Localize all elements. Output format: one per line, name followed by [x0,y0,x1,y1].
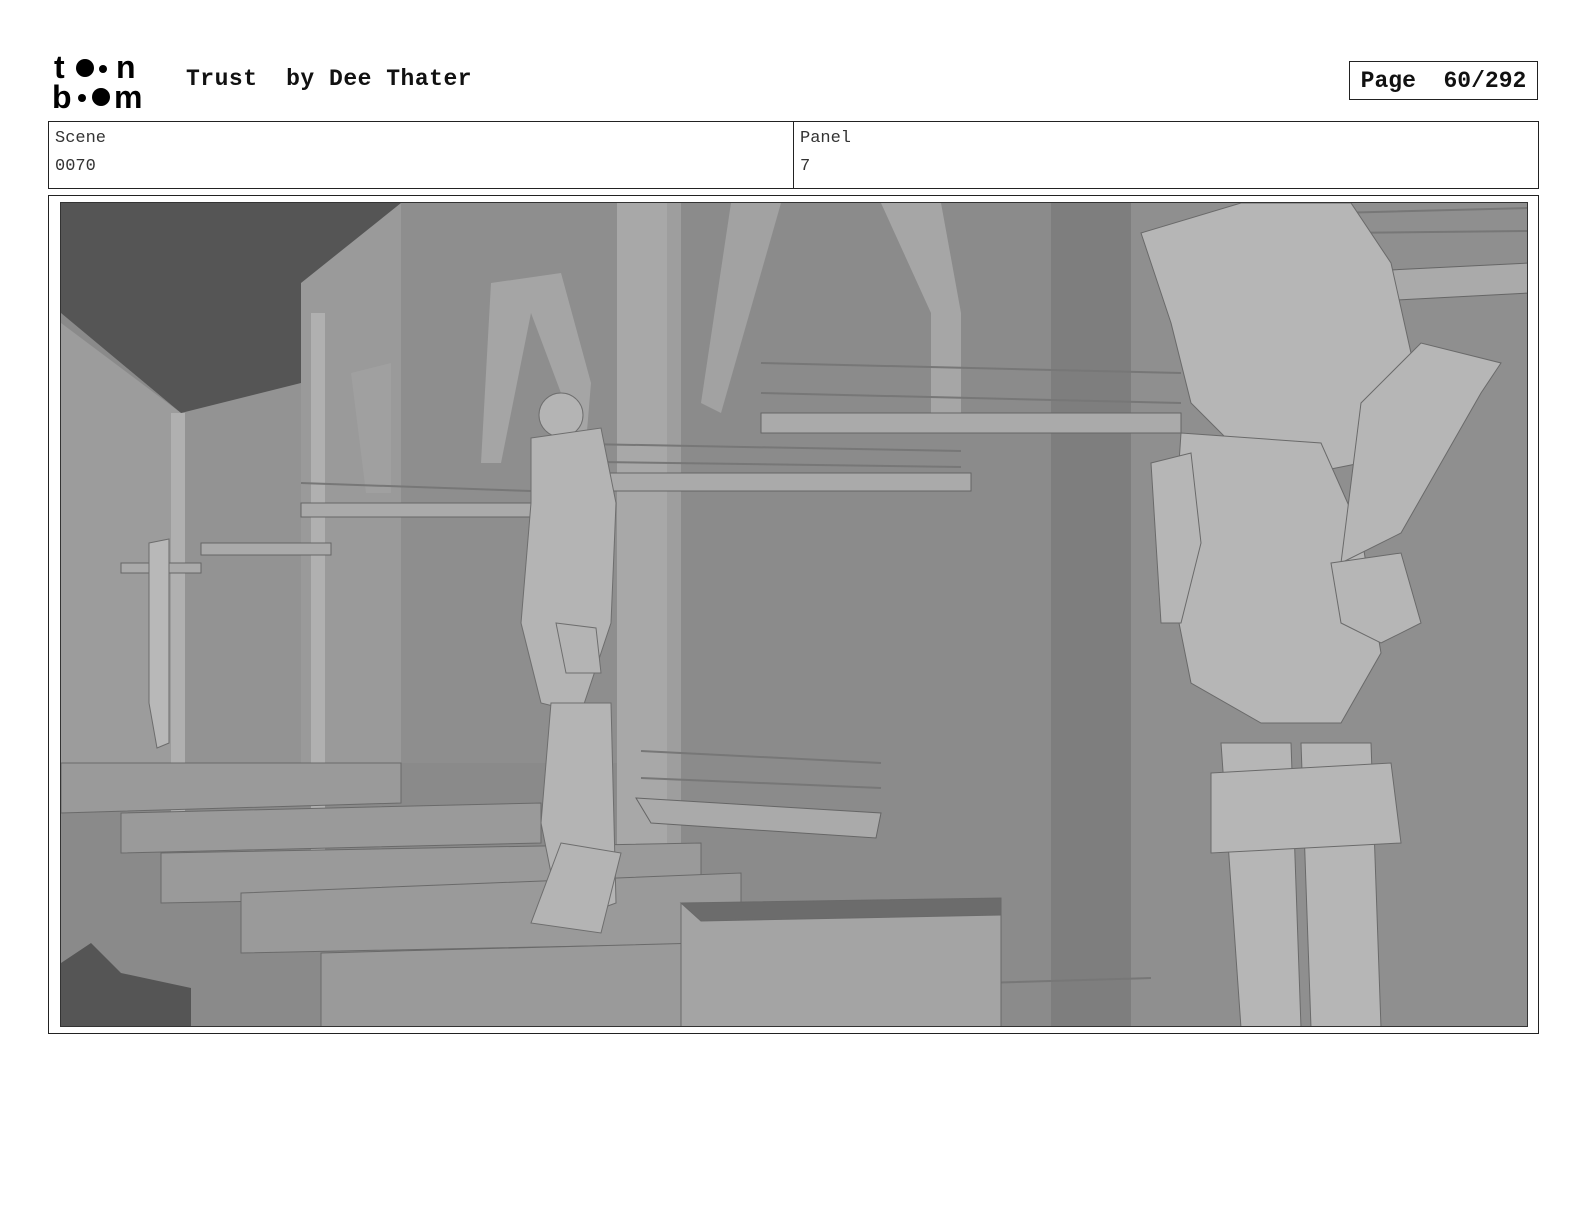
scene-panel-table: Scene 0070 Panel 7 [48,121,1539,189]
scene-value: 0070 [55,157,96,176]
panel-label: Panel [800,129,852,148]
page-number: Page 60/292 [1360,67,1527,94]
panel-value: 7 [800,157,811,176]
scene-label: Scene [55,129,107,148]
page-number-box: Page 60/292 [1349,61,1538,100]
toon-boom-logo-icon: t n b m [52,49,142,115]
document-title: Trust by Dee Thater [186,66,473,92]
svg-text:m: m [114,79,142,112]
svg-text:b: b [52,79,72,112]
toon-boom-logo: t n b m [52,49,164,115]
panel-cell: Panel 7 [793,122,1538,188]
scene-cell: Scene 0070 [49,122,793,188]
hangar-robots-render [61,203,1527,1026]
storyboard-panel-image [60,202,1528,1027]
